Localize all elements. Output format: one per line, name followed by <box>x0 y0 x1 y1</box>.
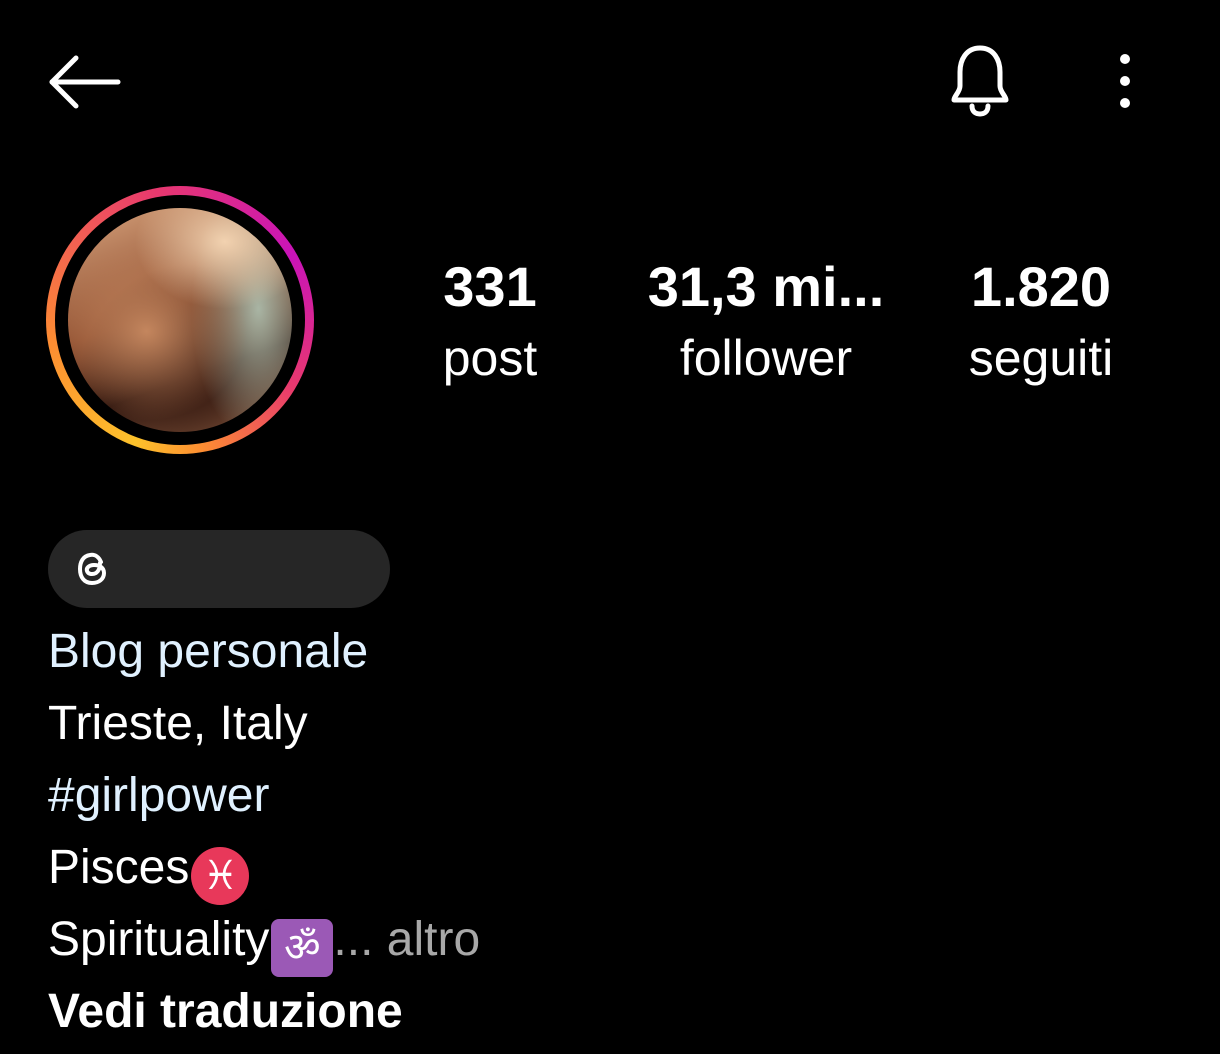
more-link[interactable]: altro <box>387 913 480 966</box>
arrow-left-icon <box>49 55 121 109</box>
stat-following[interactable]: 1.820 seguiti <box>950 252 1132 388</box>
followers-count: 31,3 mi... <box>647 255 885 318</box>
avatar[interactable] <box>68 208 292 432</box>
location-text: Trieste, Italy <box>48 697 308 750</box>
category-label[interactable]: Blog personale <box>48 616 1148 688</box>
threads-badge[interactable] <box>48 530 390 608</box>
bio: Blog personale Trieste, Italy #girlpower… <box>48 616 1148 1048</box>
following-label: seguiti <box>968 330 1114 386</box>
truncation-ellipsis: ... <box>333 913 374 966</box>
following-count: 1.820 <box>970 255 1112 318</box>
stat-followers[interactable]: 31,3 mi... follower <box>630 252 902 388</box>
sign-text: Pisces <box>48 841 190 894</box>
om-icon: ॐ <box>271 919 334 977</box>
bio-line-sign: Pisces ♓ <box>48 832 1148 905</box>
posts-label: post <box>442 330 538 386</box>
notifications-button[interactable] <box>942 40 1018 120</box>
posts-count: 331 <box>443 255 537 318</box>
story-ring[interactable] <box>46 186 314 454</box>
pisces-icon: ♓ <box>191 847 250 905</box>
threads-icon <box>78 552 106 585</box>
see-translation-link[interactable]: Vedi traduzione <box>48 976 1148 1048</box>
spirit-text: Spirituality <box>48 913 270 966</box>
more-options-button[interactable] <box>1100 48 1150 114</box>
followers-label: follower <box>679 330 853 386</box>
stat-posts[interactable]: 331 post <box>428 252 552 388</box>
bio-line-spirit: Spirituality ॐ... altro <box>48 904 1148 977</box>
back-button[interactable] <box>44 50 124 114</box>
bell-icon <box>951 45 1009 117</box>
hashtag-link[interactable]: #girlpower <box>48 760 1148 832</box>
profile-screen: 331 post 31,3 mi... follower 1.820 segui… <box>0 0 1220 1054</box>
vertical-dots-icon <box>1120 54 1130 108</box>
